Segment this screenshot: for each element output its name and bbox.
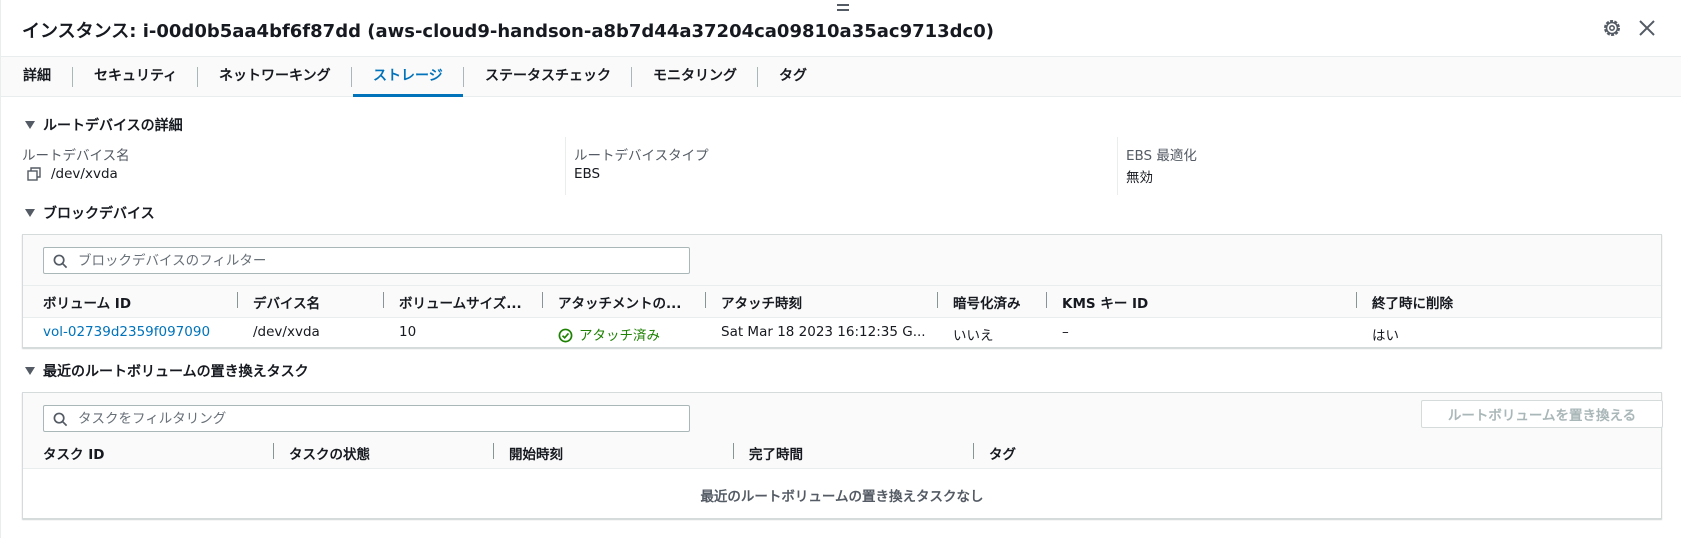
search-icon	[53, 254, 68, 269]
block-devices-section-toggle[interactable]: ブロックデバイス	[25, 203, 155, 223]
encrypted-cell: いいえ	[953, 328, 994, 344]
column-header-start-time[interactable]: 開始時刻	[509, 443, 563, 463]
root-device-section-toggle[interactable]: ルートデバイスの詳細	[25, 115, 183, 135]
column-header-attachment-status[interactable]: アタッチメントの...	[558, 292, 681, 312]
tab-status-checks[interactable]: ステータスチェック	[465, 57, 631, 97]
caret-down-icon	[25, 209, 35, 217]
column-header-device-name[interactable]: デバイス名	[253, 292, 320, 312]
table-header-area: ボリューム ID デバイス名 ボリュームサイズ... アタッチメントの... ア…	[23, 235, 1661, 317]
column-header-task-state[interactable]: タスクの状態	[289, 443, 370, 463]
column-resizer[interactable]	[705, 292, 706, 308]
device-name-cell: /dev/xvda	[253, 324, 320, 340]
column-header-delete-on-termination[interactable]: 終了時に削除	[1372, 292, 1453, 312]
tab-divider	[72, 67, 73, 87]
divider	[23, 468, 1661, 469]
replace-root-volume-button[interactable]: ルートボリュームを置き換える	[1421, 400, 1663, 428]
replace-tasks-section-toggle[interactable]: 最近のルートボリュームの置き換えタスク	[25, 361, 309, 381]
page-title: インスタンス: i-00d0b5aa4bf6f87dd (aws-cloud9-…	[22, 21, 994, 42]
column-divider	[565, 137, 566, 195]
tab-details[interactable]: 詳細	[3, 57, 71, 97]
block-devices-table: ボリューム ID デバイス名 ボリュームサイズ... アタッチメントの... ア…	[22, 234, 1662, 348]
attachment-status-text: アタッチ済み	[579, 328, 660, 344]
root-device-type-value: EBS	[574, 166, 601, 182]
copy-icon[interactable]	[27, 167, 41, 181]
tab-divider	[463, 67, 464, 87]
column-resizer[interactable]	[937, 292, 938, 308]
tab-divider	[631, 67, 632, 87]
section-title: ルートデバイスの詳細	[43, 118, 183, 134]
column-header-kms-key-id[interactable]: KMS キー ID	[1062, 292, 1148, 312]
tab-divider	[197, 67, 198, 87]
tab-divider	[351, 67, 352, 87]
tab-networking[interactable]: ネットワーキング	[199, 57, 351, 97]
volume-size-cell: 10	[399, 324, 417, 340]
column-resizer[interactable]	[733, 443, 734, 459]
tab-tags[interactable]: タグ	[759, 57, 827, 97]
root-device-type-label: ルートデバイスタイプ	[574, 148, 709, 164]
task-filter-input[interactable]	[78, 409, 678, 428]
table-header-area: ルートボリュームを置き換える タスク ID タスクの状態 開始時刻 完了時間 タ…	[23, 393, 1663, 468]
column-resizer[interactable]	[1046, 292, 1047, 308]
section-title: 最近のルートボリュームの置き換えタスク	[43, 364, 309, 380]
block-device-filter-input[interactable]	[78, 251, 678, 270]
column-header-tags[interactable]: タグ	[989, 443, 1016, 463]
column-header-volume-size[interactable]: ボリュームサイズ...	[399, 292, 522, 312]
column-resizer[interactable]	[273, 443, 274, 459]
column-header-task-id[interactable]: タスク ID	[43, 443, 104, 463]
close-icon[interactable]	[1635, 16, 1659, 40]
column-resizer[interactable]	[973, 443, 974, 459]
root-device-name-value: /dev/xvda	[51, 166, 118, 182]
block-device-filter[interactable]	[43, 247, 690, 274]
attach-time-cell: Sat Mar 18 2023 16:12:35 G...	[721, 324, 926, 340]
tab-monitoring[interactable]: モニタリング	[633, 57, 757, 97]
instance-detail-panel: インスタンス: i-00d0b5aa4bf6f87dd (aws-cloud9-…	[0, 0, 1681, 538]
kms-key-id-cell: –	[1062, 324, 1069, 340]
section-title: ブロックデバイス	[43, 206, 155, 222]
column-resizer[interactable]	[383, 292, 384, 308]
ebs-optimized-label: EBS 最適化	[1126, 148, 1197, 164]
empty-state-message: 最近のルートボリュームの置き換えタスクなし	[700, 489, 984, 505]
volume-id-link[interactable]: vol-02739d2359f097090	[43, 324, 243, 340]
tab-bar: 詳細 セキュリティ ネットワーキング ストレージ ステータスチェック モニタリン…	[1, 57, 1681, 97]
column-divider	[1117, 137, 1118, 195]
column-header-completion-time[interactable]: 完了時間	[749, 443, 803, 463]
check-circle-icon	[558, 328, 573, 343]
tab-storage[interactable]: ストレージ	[353, 57, 463, 97]
gear-icon[interactable]	[1600, 16, 1624, 40]
ebs-optimized-value: 無効	[1126, 170, 1153, 186]
column-header-attach-time[interactable]: アタッチ時刻	[721, 292, 802, 312]
caret-down-icon	[25, 367, 35, 375]
task-filter[interactable]	[43, 405, 690, 432]
column-header-encrypted[interactable]: 暗号化済み	[953, 292, 1021, 312]
delete-on-termination-cell: はい	[1372, 328, 1399, 344]
attachment-status-cell: アタッチ済み	[558, 324, 703, 344]
tab-security[interactable]: セキュリティ	[74, 57, 197, 97]
tab-divider	[757, 67, 758, 87]
column-resizer[interactable]	[493, 443, 494, 459]
column-header-volume-id[interactable]: ボリューム ID	[43, 292, 131, 312]
root-device-name-label: ルートデバイス名	[22, 148, 130, 164]
search-icon	[53, 412, 68, 427]
replace-tasks-table: ルートボリュームを置き換える タスク ID タスクの状態 開始時刻 完了時間 タ…	[22, 392, 1663, 519]
column-resizer[interactable]	[542, 292, 543, 308]
column-resizer[interactable]	[1356, 292, 1357, 308]
panel-header: インスタンス: i-00d0b5aa4bf6f87dd (aws-cloud9-…	[1, 0, 1681, 57]
caret-down-icon	[25, 121, 35, 129]
divider	[23, 285, 1661, 286]
column-resizer[interactable]	[237, 292, 238, 308]
divider	[23, 317, 1661, 318]
